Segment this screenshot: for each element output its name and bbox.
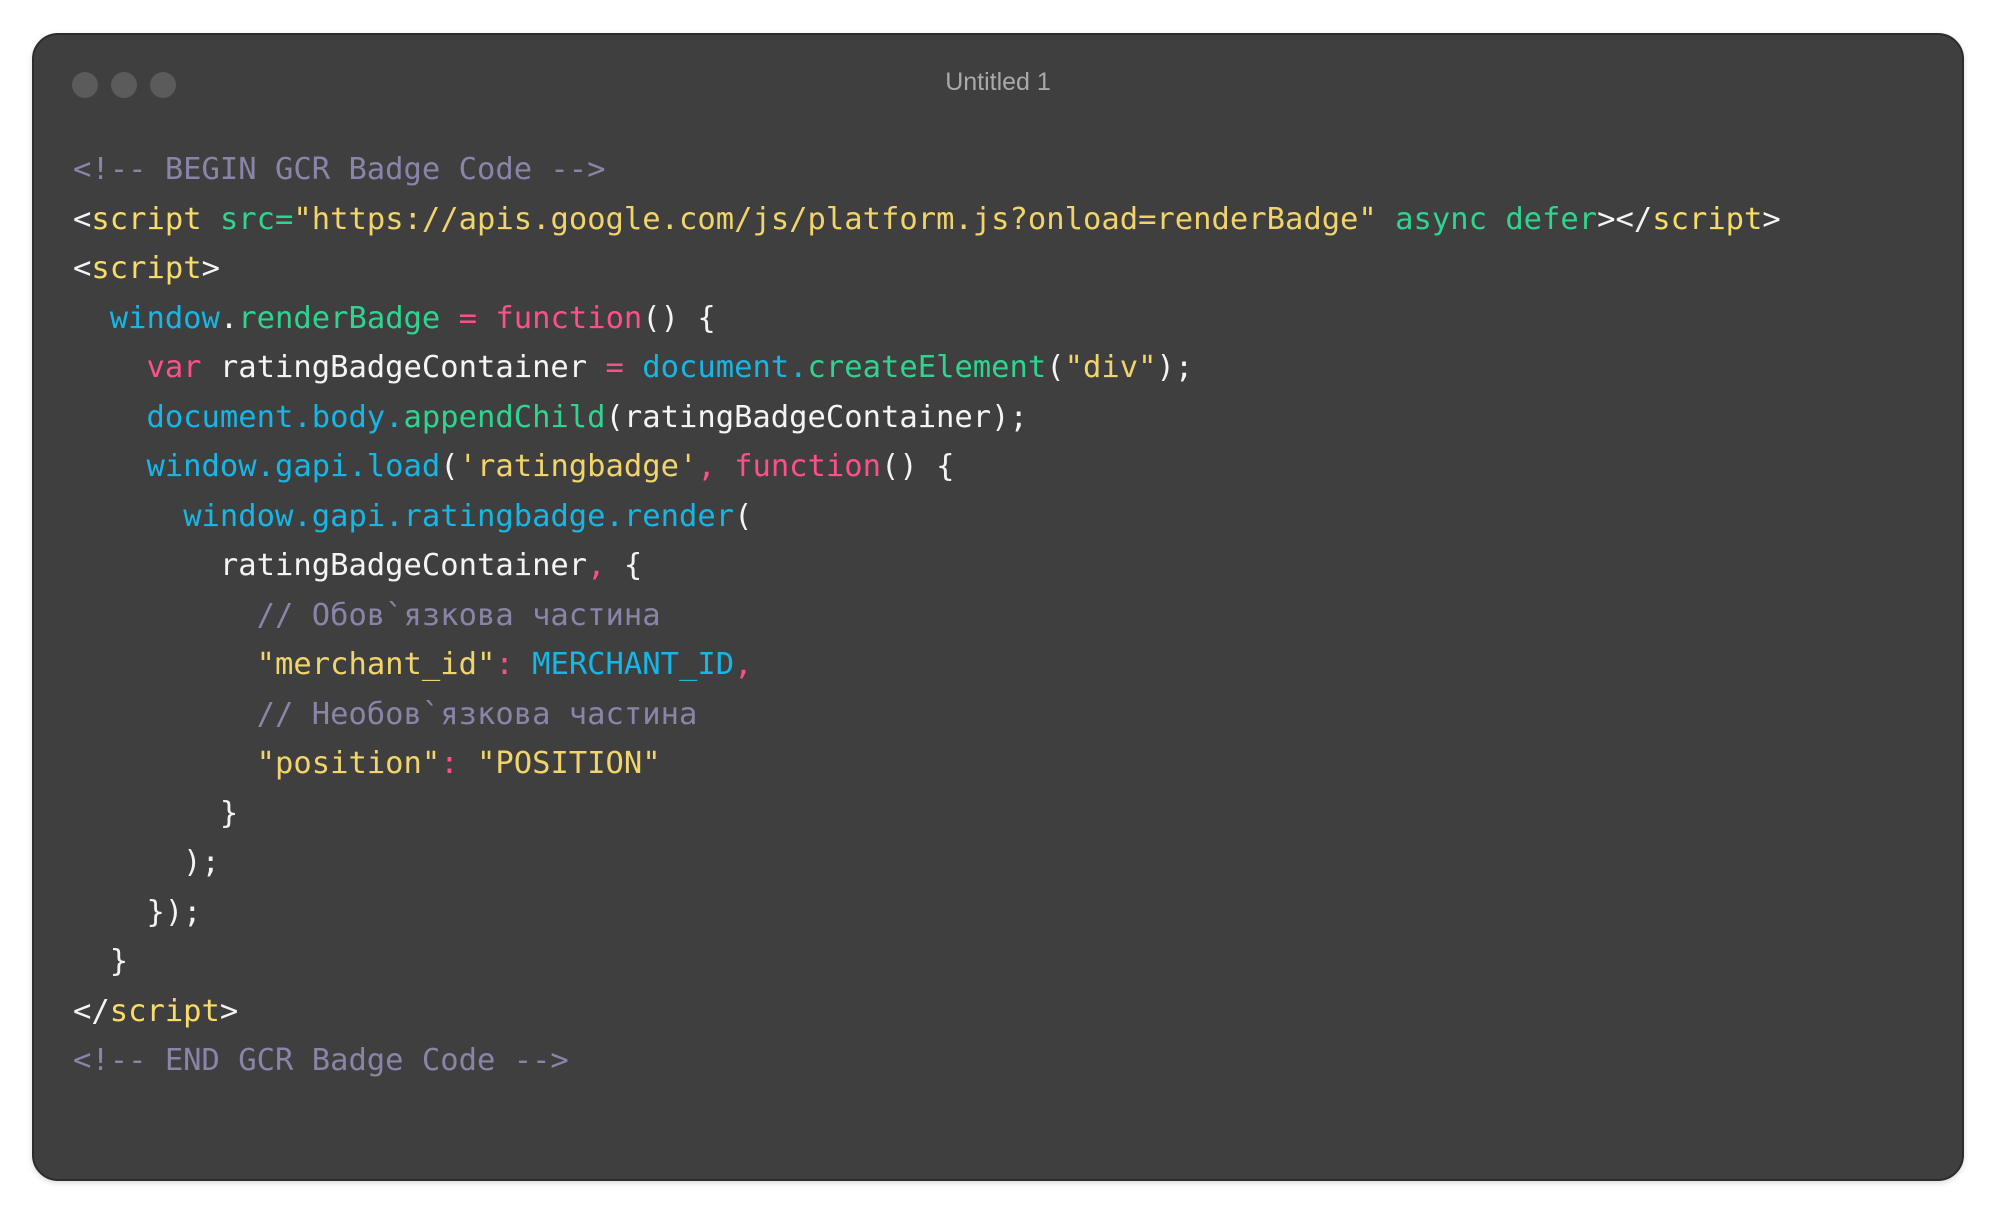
code-token-plain: { [605,548,643,583]
code-token-plain: () { [881,449,955,484]
code-token-comment: // Необов`язкова частина [73,696,698,732]
code-token-plain: ); [73,845,220,880]
code-token-plain: (ratingBadgeContainer); [605,399,1028,435]
code-token-plain: ); [1156,350,1194,385]
code-line: "position": "POSITION" [73,739,1942,789]
code-line: } [73,937,1942,987]
code-token-plain: > [219,993,239,1029]
code-token-plain: </ [73,993,110,1029]
code-token-keyword: script [91,251,202,286]
code-line: window.gapi.load('ratingbadge', function… [73,442,1942,492]
code-token-plain: } [73,944,129,979]
code-token-method: appendChild [403,399,606,435]
code-token-fn: function [495,300,643,336]
code-token-plain: ( [1046,350,1065,385]
code-token-plain: ></ [1597,201,1653,237]
code-token-attr: async defer [1376,201,1598,237]
code-line: <!-- END GCR Badge Code --> [73,1036,1942,1086]
code-line: }); [73,888,1942,938]
code-token-plain: < [73,251,92,286]
code-token-attr: src= [219,201,294,237]
code-token-obj: window.gapi.load [146,449,441,484]
code-token-string: "merchant_id" [256,647,496,682]
code-line: "merchant_id": MERCHANT_ID, [73,640,1942,690]
code-token-comment: // Обов`язкова частина [73,597,661,633]
code-token-fn: var [146,350,202,385]
code-token-plain: () { [642,300,716,336]
code-line: window.renderBadge = function() { [73,294,1942,344]
code-line: // Обов`язкова частина [73,591,1942,641]
code-line: // Необов`язкова частина [73,690,1942,740]
code-token-string: "POSITION" [477,746,661,781]
code-token-keyword: script [1652,201,1763,237]
code-token-comment: <!-- END GCR Badge Code --> [73,1043,569,1078]
code-token-fn: = [440,300,496,336]
code-line: <script> [73,244,1942,294]
code-token-fn: = [605,350,624,385]
code-token-obj: window [109,300,220,336]
code-window: Untitled 1 <!-- BEGIN GCR Badge Code -->… [32,33,1964,1181]
code-token-plain: }); [73,894,202,930]
code-token-plain: ratingBadgeContainer [73,548,588,583]
code-line: document.body.appendChild(ratingBadgeCon… [73,393,1942,443]
code-line: } [73,789,1942,839]
code-token-keyword: script [91,201,202,237]
code-token-method: createElement [807,350,1047,385]
code-token-fn: : [440,746,478,781]
window-title: Untitled 1 [945,68,1051,96]
code-token-fn: , [587,548,606,583]
code-token-plain: } [73,795,239,831]
code-line: var ratingBadgeContainer = document.crea… [73,343,1942,393]
code-line: <!-- BEGIN GCR Badge Code --> [73,145,1942,195]
code-token-fn: : [495,647,533,682]
code-block[interactable]: <!-- BEGIN GCR Badge Code --> <script src… [73,145,1942,1086]
code-token-const: MERCHANT_ID [532,647,735,682]
code-token-obj: document.body. [146,399,404,435]
code-token-plain: > [201,251,220,286]
code-token-plain: ratingBadgeContainer [201,350,606,385]
code-line: window.gapi.ratingbadge.render( [73,492,1942,542]
code-line: </script> [73,987,1942,1037]
title-bar: Untitled 1 [34,35,1962,135]
code-token-obj: window.gapi.ratingbadge.render [183,498,735,534]
code-token-comment: <!-- BEGIN GCR Badge Code --> [73,152,606,187]
code-token-fn: , [697,449,735,484]
code-token-plain: ( [440,449,459,484]
code-token-string: "position" [256,746,441,781]
code-token-plain: ( [734,498,753,534]
code-token-string: "div" [1064,350,1157,385]
code-token-plain: > [1762,201,1781,237]
code-token-method: renderBadge [238,300,441,336]
code-token-plain: . [219,300,239,336]
code-token-keyword: script [109,993,220,1029]
code-line: ); [73,838,1942,888]
code-token-string: 'ratingbadge' [458,449,698,484]
code-token-fn: , [734,647,753,682]
code-token-fn: function [734,449,881,484]
code-token-obj: document. [642,350,808,385]
code-line: ratingBadgeContainer, { [73,541,1942,591]
code-line: <script src="https://apis.google.com/js/… [73,195,1942,245]
code-token-string: "https://apis.google.com/js/platform.js?… [293,201,1377,237]
code-token-plain: < [73,201,92,237]
